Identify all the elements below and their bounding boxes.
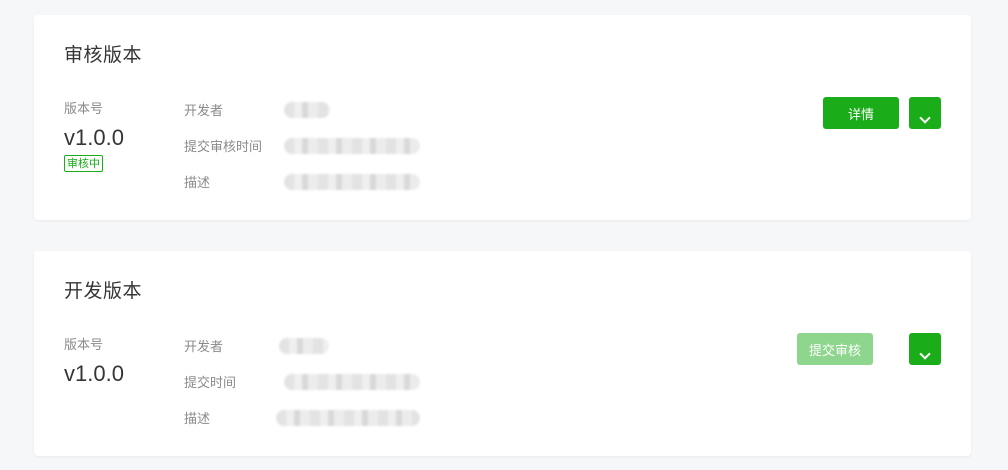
- review-version-title: 审核版本: [64, 44, 143, 66]
- dev-version-card: 开发版本 版本号 v1.0.0 开发者 提交时间 描述 提交审核: [34, 251, 971, 456]
- developer-label: 开发者: [184, 104, 224, 119]
- version-number-value: v1.0.0: [64, 361, 124, 386]
- submit-time-value-redacted: [284, 374, 420, 390]
- review-more-dropdown-button[interactable]: [909, 97, 941, 129]
- submit-review-time-value-redacted: [284, 138, 420, 154]
- version-number-label: 版本号: [64, 338, 104, 353]
- chevron-down-icon: [919, 348, 931, 360]
- chevron-down-icon: [919, 112, 931, 124]
- submit-review-time-label: 提交审核时间: [184, 140, 263, 155]
- developer-label: 开发者: [184, 340, 224, 355]
- dev-more-dropdown-button[interactable]: [909, 333, 941, 365]
- description-label: 描述: [184, 412, 211, 427]
- version-number-label: 版本号: [64, 102, 104, 117]
- developer-value-redacted: [284, 102, 330, 118]
- dev-version-title: 开发版本: [64, 280, 143, 302]
- description-value-redacted: [276, 410, 420, 426]
- submit-time-label: 提交时间: [184, 376, 237, 391]
- dev-version-info: 版本号 v1.0.0: [64, 334, 124, 387]
- review-version-card: 审核版本 版本号 v1.0.0 审核中 开发者 提交审核时间 描述 详情: [34, 15, 971, 220]
- status-badge: 审核中: [64, 155, 103, 172]
- review-version-info: 版本号 v1.0.0 审核中: [64, 98, 124, 172]
- description-label: 描述: [184, 176, 211, 191]
- description-value-redacted: [284, 174, 420, 190]
- details-button[interactable]: 详情: [823, 97, 899, 129]
- developer-value-redacted: [279, 338, 329, 354]
- submit-review-button[interactable]: 提交审核: [797, 333, 873, 365]
- version-number-value: v1.0.0: [64, 125, 124, 150]
